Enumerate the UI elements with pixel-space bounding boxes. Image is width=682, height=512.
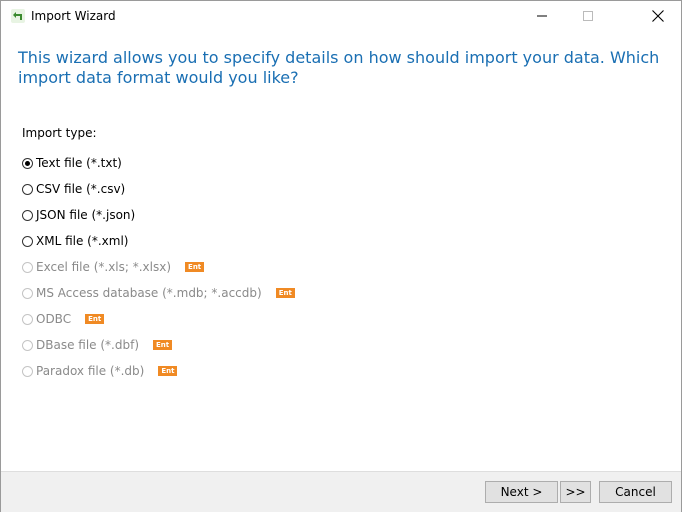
maximize-button[interactable] [565, 1, 611, 31]
minimize-button[interactable] [519, 1, 565, 31]
option-xml-file[interactable]: XML file (*.xml) [22, 228, 295, 254]
option-label: JSON file (*.json) [36, 208, 136, 222]
radio-csv-file[interactable] [22, 183, 33, 195]
title-bar: Import Wizard [1, 1, 681, 31]
radio-json-file[interactable] [22, 209, 33, 221]
option-excel-file: Excel file (*.xls; *.xlsx) Ent [22, 254, 295, 280]
radio-excel-file [22, 261, 33, 273]
option-label: ODBC [36, 312, 72, 326]
wizard-heading: This wizard allows you to specify detail… [18, 48, 660, 87]
enterprise-badge: Ent [185, 262, 205, 272]
radio-xml-file[interactable] [22, 235, 33, 247]
radio-paradox-file [22, 365, 33, 377]
radio-dbase-file [22, 339, 33, 351]
option-csv-file[interactable]: CSV file (*.csv) [22, 176, 295, 202]
option-label: Paradox file (*.db) [36, 364, 145, 378]
next-button[interactable]: Next > [485, 481, 558, 503]
option-json-file[interactable]: JSON file (*.json) [22, 202, 295, 228]
minimize-icon [537, 15, 547, 17]
cancel-button[interactable]: Cancel [599, 481, 672, 503]
import-wizard-window: Import Wizard This wizard allows you to … [0, 0, 682, 512]
option-paradox-file: Paradox file (*.db) Ent [22, 358, 295, 384]
import-arrow-icon [11, 9, 25, 23]
close-icon [652, 10, 664, 22]
option-label: MS Access database (*.mdb; *.accdb) [36, 286, 262, 300]
window-title: Import Wizard [31, 9, 116, 23]
option-dbase-file: DBase file (*.dbf) Ent [22, 332, 295, 358]
enterprise-badge: Ent [158, 366, 178, 376]
radio-odbc [22, 313, 33, 325]
option-label: Excel file (*.xls; *.xlsx) [36, 260, 172, 274]
close-button[interactable] [635, 1, 681, 31]
import-type-label: Import type: [22, 126, 97, 140]
maximize-icon [583, 11, 593, 21]
enterprise-badge: Ent [85, 314, 105, 324]
import-type-options: Text file (*.txt) CSV file (*.csv) JSON … [22, 150, 295, 384]
option-label: Text file (*.txt) [36, 156, 122, 170]
button-bar: Next > >> Cancel [1, 471, 681, 512]
option-label: DBase file (*.dbf) [36, 338, 140, 352]
option-odbc: ODBC Ent [22, 306, 295, 332]
option-ms-access: MS Access database (*.mdb; *.accdb) Ent [22, 280, 295, 306]
radio-ms-access [22, 287, 33, 299]
radio-text-file[interactable] [22, 157, 33, 169]
option-label: CSV file (*.csv) [36, 182, 126, 196]
enterprise-badge: Ent [275, 288, 295, 298]
option-label: XML file (*.xml) [36, 234, 129, 248]
option-text-file[interactable]: Text file (*.txt) [22, 150, 295, 176]
skip-to-end-button[interactable]: >> [560, 481, 591, 503]
enterprise-badge: Ent [153, 340, 173, 350]
